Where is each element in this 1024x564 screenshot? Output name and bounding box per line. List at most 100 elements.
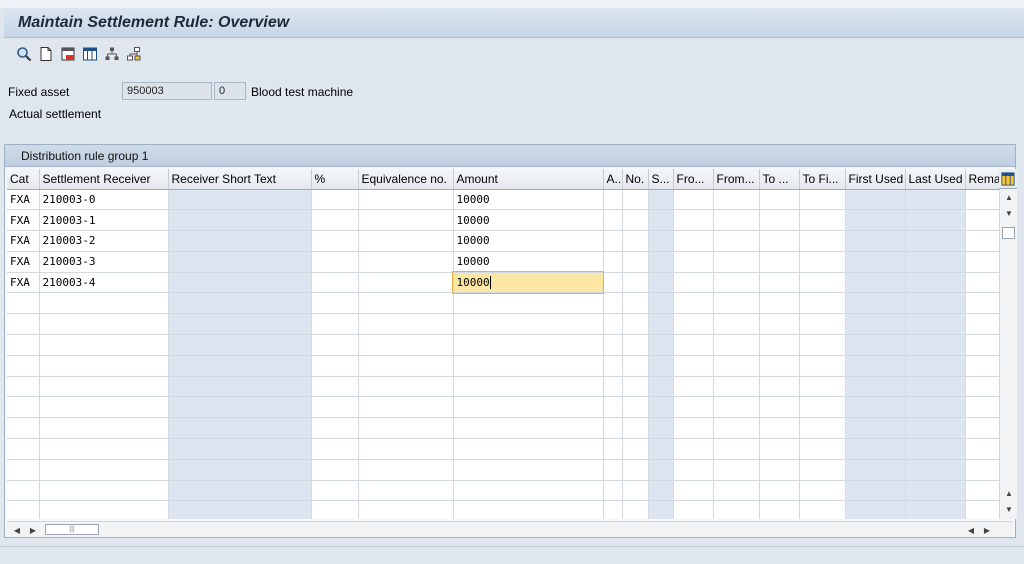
column-header[interactable]: S... [648,169,674,190]
table-cell[interactable] [358,500,454,519]
table-cell[interactable] [965,396,999,419]
asset-subnumber-field[interactable]: 0 [214,82,246,100]
table-cell[interactable] [648,292,674,315]
table-cell[interactable] [845,251,906,273]
table-cell[interactable] [845,334,906,356]
table-cell[interactable] [358,396,454,419]
column-header[interactable]: From... [713,169,760,190]
table-cell[interactable] [713,334,760,356]
table-cell[interactable] [759,230,800,252]
table-cell[interactable] [905,292,966,315]
table-cell[interactable] [453,292,604,315]
table-cell[interactable] [905,251,966,273]
table-cell[interactable] [311,417,359,440]
table-cell[interactable] [311,230,359,252]
table-cell[interactable] [648,189,674,211]
table-cell[interactable] [759,396,800,419]
table-cell[interactable] [358,272,454,294]
table-cell[interactable] [358,230,454,252]
table-cell[interactable] [759,480,800,502]
table-cell[interactable] [905,334,966,356]
table-cell[interactable]: 10000 [452,271,604,294]
table-cell[interactable] [311,355,359,377]
table-cell[interactable] [453,417,604,440]
horizontal-scrollbar[interactable]: ◀ ▶ ||| ◀ ▶ [7,521,1013,537]
table-cell[interactable] [673,438,714,460]
table-cell[interactable] [453,376,604,398]
table-cell[interactable] [358,417,454,440]
table-cell[interactable] [673,480,714,502]
find-button[interactable] [14,44,34,64]
table-cell[interactable] [648,376,674,398]
table-cell[interactable] [168,376,312,398]
table-cell[interactable] [759,459,800,481]
table-cell[interactable] [39,292,169,315]
table-cell[interactable] [905,438,966,460]
table-cell[interactable] [311,251,359,273]
table-cell[interactable] [311,459,359,481]
table-cell[interactable] [311,480,359,502]
table-cell[interactable] [7,480,40,502]
table-cell[interactable]: 210003-3 [39,251,169,273]
table-cell[interactable] [799,189,846,211]
table-cell[interactable] [965,480,999,502]
structure-button[interactable] [124,44,144,64]
table-cell[interactable] [965,334,999,356]
column-header[interactable]: Equivalence no. [358,169,454,190]
table-cell[interactable] [603,189,623,211]
table-cell[interactable] [603,438,623,460]
table-cell[interactable] [799,459,846,481]
table-cell[interactable] [168,230,312,252]
table-cell[interactable] [603,459,623,481]
table-cell[interactable] [905,480,966,502]
table-cell[interactable] [713,376,760,398]
table-cell[interactable] [759,376,800,398]
horizontal-scroll-thumb[interactable]: ||| [45,524,99,535]
table-cell[interactable] [603,334,623,356]
table-cell[interactable] [168,292,312,315]
table-cell[interactable] [358,292,454,315]
table-cell[interactable] [648,230,674,252]
table-cell[interactable] [453,459,604,481]
table-cell[interactable] [799,209,846,232]
table-cell[interactable] [673,500,714,519]
column-header[interactable]: Amount [453,169,604,190]
table-cell[interactable] [905,272,966,294]
table-cell[interactable] [311,334,359,356]
table-cell[interactable] [39,459,169,481]
table-cell[interactable] [965,417,999,440]
table-cell[interactable] [453,396,604,419]
table-cell[interactable] [648,334,674,356]
table-cell[interactable] [759,209,800,232]
table-cell[interactable] [622,480,649,502]
table-cell[interactable] [799,500,846,519]
table-cell[interactable] [845,292,906,315]
table-cell[interactable] [622,417,649,440]
table-cell[interactable] [965,376,999,398]
table-cell[interactable] [39,334,169,356]
table-cell[interactable] [168,209,312,232]
table-cell[interactable] [759,438,800,460]
table-cell[interactable] [39,500,169,519]
table-cell[interactable]: 10000 [453,230,604,252]
table-cell[interactable]: 10000 [453,189,604,211]
table-cell[interactable] [713,459,760,481]
table-cell[interactable] [648,355,674,377]
table-cell[interactable]: FXA [7,251,40,273]
table-cell[interactable] [168,334,312,356]
column-header[interactable]: Settlement Receiver [39,169,169,190]
table-cell[interactable] [168,355,312,377]
table-cell[interactable] [7,292,40,315]
scroll-up-icon[interactable]: ▲ [1003,191,1015,203]
table-cell[interactable] [622,376,649,398]
table-cell[interactable] [603,292,623,315]
table-cell[interactable] [622,189,649,211]
table-cell[interactable] [845,209,906,232]
table-cell[interactable] [648,272,674,294]
table-cell[interactable] [358,209,454,232]
table-cell[interactable] [713,251,760,273]
table-cell[interactable]: FXA [7,230,40,252]
table-cell[interactable] [713,500,760,519]
table-cell[interactable]: FXA [7,272,40,294]
table-cell[interactable] [965,272,999,294]
